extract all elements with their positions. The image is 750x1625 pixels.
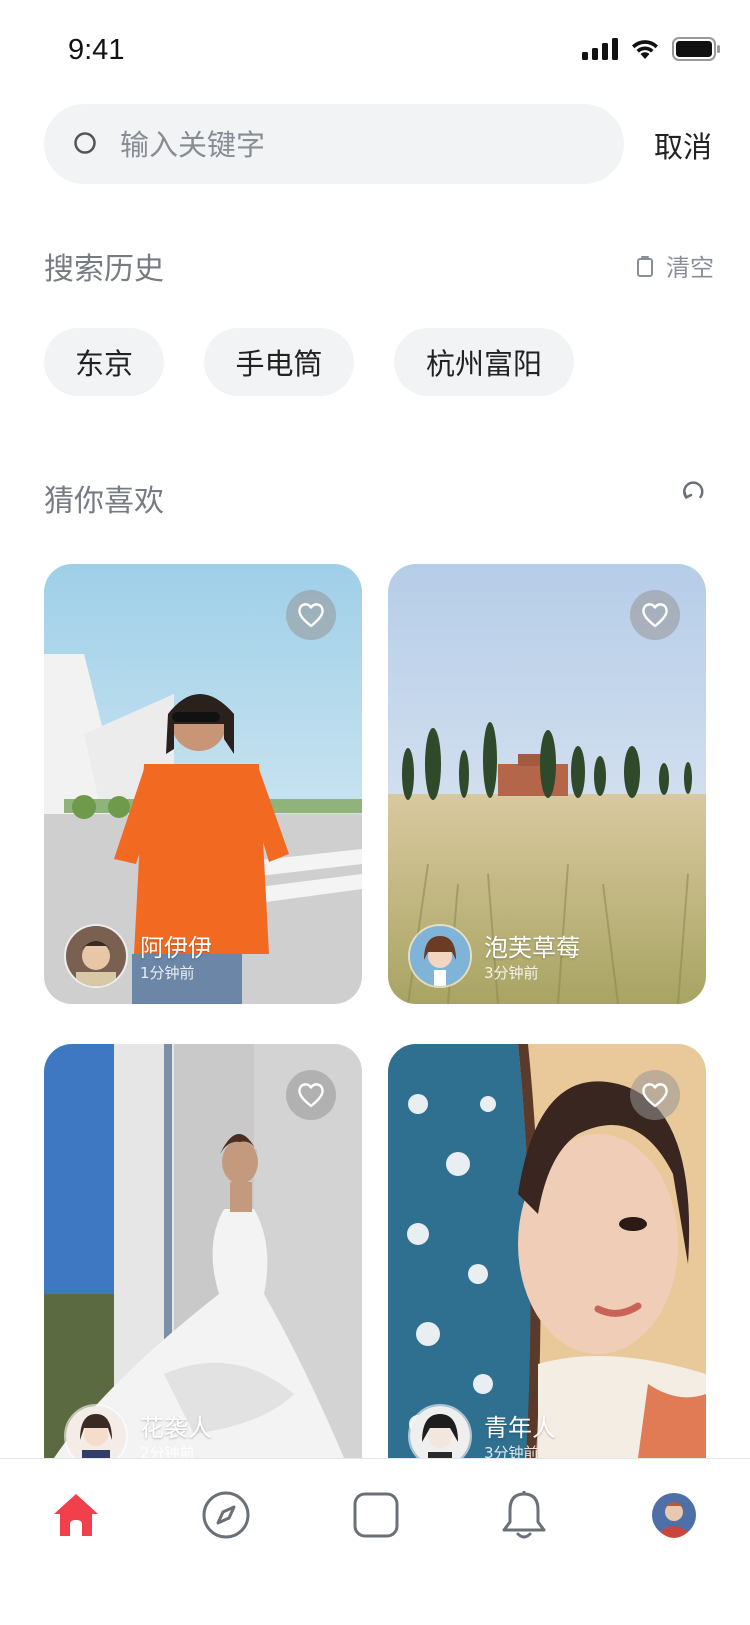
like-button[interactable]	[286, 590, 336, 640]
post-card[interactable]: 青年人 3分钟前	[388, 1044, 706, 1458]
tab-discover[interactable]	[196, 1485, 256, 1545]
refresh-icon[interactable]	[680, 478, 706, 504]
status-time: 9:41	[68, 34, 125, 66]
post-time: 3分钟前	[484, 964, 539, 982]
author-name: 阿伊伊	[140, 934, 212, 962]
bell-icon	[502, 1491, 546, 1539]
status-icons	[582, 34, 720, 64]
search-input[interactable]	[118, 120, 602, 170]
heart-icon	[642, 603, 668, 628]
history-tag[interactable]: 东京	[44, 328, 164, 396]
post-card[interactable]: 花袭人 2分钟前	[44, 1044, 362, 1458]
history-tag[interactable]: 杭州富阳	[394, 328, 574, 396]
post-time: 3分钟前	[484, 1444, 539, 1458]
heart-icon	[642, 1083, 668, 1108]
battery-icon	[672, 37, 720, 61]
tab-create[interactable]	[346, 1485, 406, 1545]
heart-icon	[298, 603, 324, 628]
like-button[interactable]	[630, 1070, 680, 1120]
cellular-signal-icon	[582, 38, 618, 60]
like-button[interactable]	[630, 590, 680, 640]
author-name: 花袭人	[140, 1414, 212, 1442]
history-title: 搜索历史	[44, 252, 164, 287]
tab-home[interactable]	[46, 1485, 106, 1545]
compass-icon	[202, 1491, 250, 1539]
tab-bar	[0, 1458, 750, 1625]
cancel-button[interactable]: 取消	[654, 124, 712, 166]
clear-history-button[interactable]: 清空	[636, 248, 714, 283]
recommend-title: 猜你喜欢	[44, 484, 164, 519]
post-card[interactable]: 阿伊伊 1分钟前	[44, 564, 362, 1004]
clear-history-label: 清空	[666, 254, 714, 282]
profile-avatar	[652, 1493, 696, 1538]
home-icon	[54, 1494, 98, 1536]
search-icon	[74, 132, 96, 154]
author-avatar	[64, 924, 128, 988]
post-card[interactable]: 泡芙草莓 3分钟前	[388, 564, 706, 1004]
post-time: 1分钟前	[140, 964, 195, 982]
heart-icon	[298, 1083, 324, 1108]
tab-notifications[interactable]	[494, 1485, 554, 1545]
tab-profile[interactable]	[644, 1485, 704, 1545]
author-avatar	[408, 924, 472, 988]
trash-icon	[637, 255, 653, 277]
history-tag[interactable]: 手电筒	[204, 328, 354, 396]
status-bar: 9:41	[0, 0, 750, 100]
wifi-icon	[632, 40, 658, 59]
like-button[interactable]	[286, 1070, 336, 1120]
search-bar[interactable]	[44, 104, 624, 184]
post-time: 2分钟前	[140, 1444, 195, 1458]
square-icon	[353, 1492, 399, 1538]
author-name: 青年人	[484, 1414, 556, 1442]
author-name: 泡芙草莓	[484, 934, 580, 962]
